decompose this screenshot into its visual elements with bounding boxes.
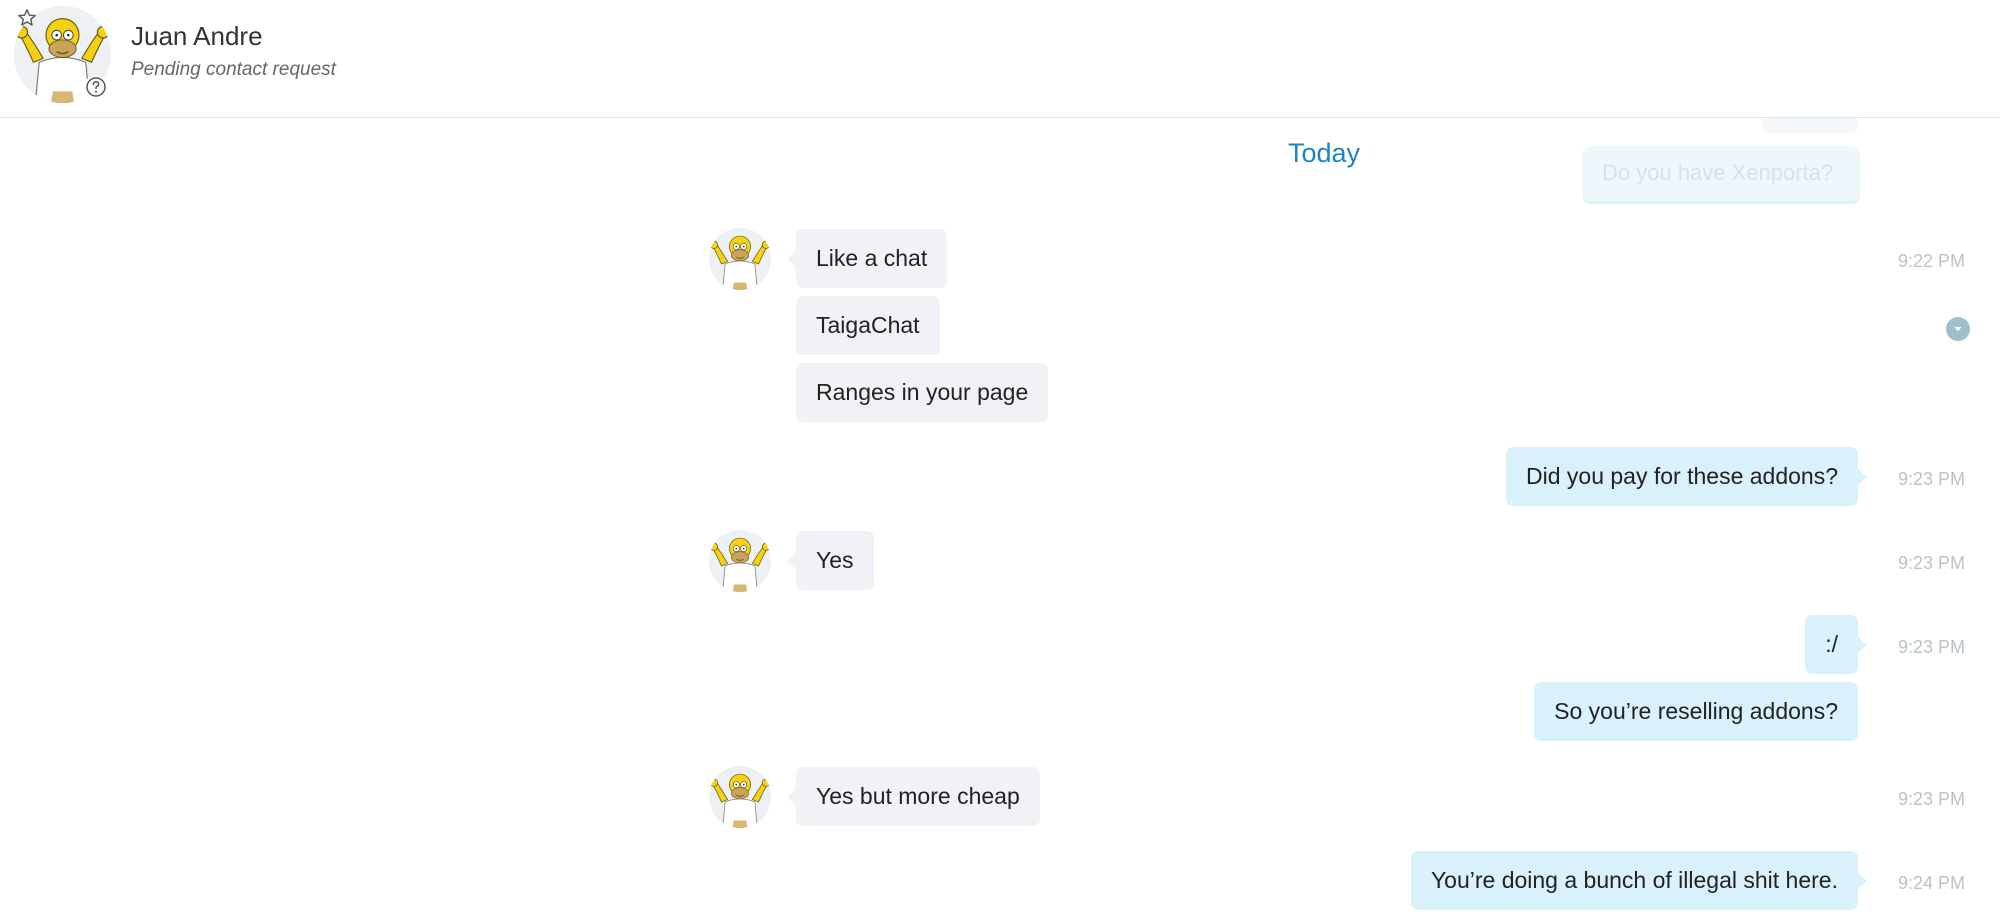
message-timestamp: 9:23 PM: [1898, 469, 1966, 489]
message-bubble-incoming[interactable]: Ranges in your page: [796, 363, 1049, 422]
question-mark-icon: [84, 75, 108, 99]
message-timestamp: 9:23 PM: [1898, 789, 1966, 809]
day-divider: Today: [1288, 138, 1361, 168]
message-bubble-incoming[interactable]: TaigaChat: [796, 296, 940, 355]
message-avatar[interactable]: [709, 766, 771, 828]
chevron-down-icon[interactable]: [1946, 317, 1970, 341]
faded-bubble-edge: [1762, 118, 1858, 133]
message-bubble-outgoing[interactable]: Did you pay for these addons?: [1506, 447, 1867, 506]
message-timestamp: 9:23 PM: [1898, 637, 1966, 657]
contact-status: Pending contact request: [131, 59, 336, 80]
star-outline-icon[interactable]: [17, 8, 37, 28]
message-bubble-outgoing[interactable]: :/: [1805, 615, 1867, 674]
chat-header: Juan Andre Pending contact request: [0, 0, 2000, 118]
message-timestamp: 9:23 PM: [1898, 553, 1966, 573]
message-timestamp: 9:22 PM: [1898, 251, 1966, 271]
message-bubble-incoming[interactable]: Yes but more cheap: [787, 767, 1040, 826]
message-bubble-incoming[interactable]: Yes: [787, 531, 874, 590]
message-timestamp: 9:24 PM: [1898, 873, 1966, 893]
faded-message-text: Do you have Xenporta?: [1602, 160, 1834, 185]
faded-message-bubble: Do you have Xenporta?: [1582, 146, 1860, 204]
conversation-area[interactable]: Do you have Xenporta? Today Like a chat …: [0, 118, 2000, 914]
message-avatar[interactable]: [709, 228, 771, 290]
message-avatar[interactable]: [709, 530, 771, 592]
message-bubble-incoming[interactable]: Like a chat: [786, 229, 948, 288]
message-bubble-outgoing[interactable]: So you’re reselling addons?: [1534, 682, 1858, 741]
message-bubble-outgoing[interactable]: You’re doing a bunch of illegal shit her…: [1410, 851, 1868, 910]
contact-name[interactable]: Juan Andre: [131, 21, 263, 52]
